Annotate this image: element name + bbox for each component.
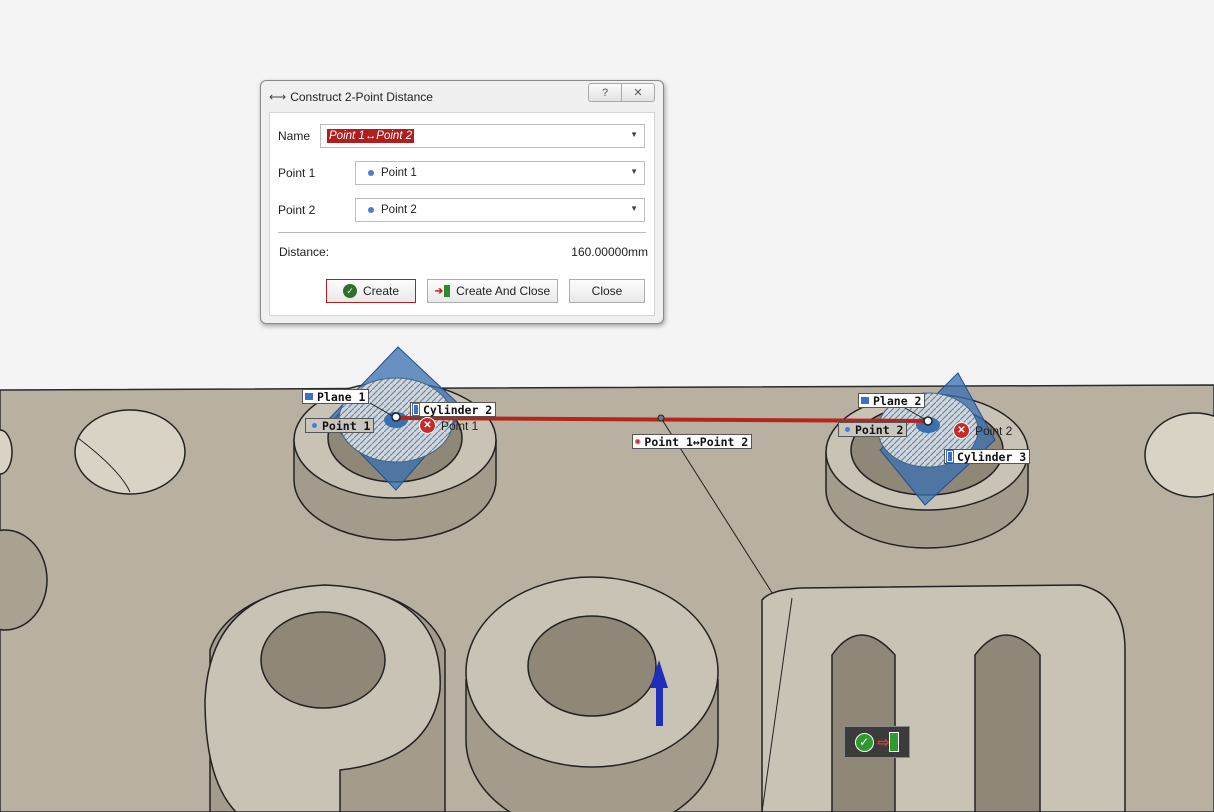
delete-point-1-icon[interactable]: ✕ xyxy=(419,417,436,434)
dialog-title: ⟷ Construct 2-Point Distance xyxy=(269,90,433,104)
name-combo[interactable]: Point 1↔Point 2 ▼ xyxy=(320,124,645,148)
distance-value: 160.00000mm xyxy=(571,245,648,259)
point-icon xyxy=(845,427,850,432)
divider xyxy=(278,232,646,233)
exit-icon[interactable]: ⇨ xyxy=(878,732,900,752)
construct-distance-dialog: ⟷ Construct 2-Point Distance ? ✕ Name Poi… xyxy=(260,80,664,324)
distance-arrow-icon: ⟷ xyxy=(269,90,287,104)
feature-m xyxy=(761,584,1126,812)
point2-label: Point 2 xyxy=(278,203,316,217)
point-1-text: Point 1 xyxy=(441,419,479,433)
dialog-body: Name Point 1↔Point 2 ▼ Point 1 Point 1 ▼… xyxy=(269,112,655,316)
create-button[interactable]: ✓ Create xyxy=(326,279,416,303)
point2-value: Point 2 xyxy=(381,204,417,216)
distance-icon: ◉ xyxy=(635,436,641,447)
cylinder-2-label[interactable]: Cylinder 2 xyxy=(410,402,497,417)
point-icon xyxy=(368,170,374,176)
point2-combo[interactable]: Point 2 ▼ xyxy=(355,198,645,222)
cylinder-icon xyxy=(412,403,420,416)
close-window-button[interactable]: ✕ xyxy=(621,84,654,101)
feature-eight xyxy=(204,584,446,812)
close-button[interactable]: Close xyxy=(569,279,645,303)
plane-icon xyxy=(305,393,313,400)
chevron-down-icon[interactable]: ▼ xyxy=(630,204,638,213)
point-1-label[interactable]: Point 1 xyxy=(305,418,375,433)
name-value: Point 1↔Point 2 xyxy=(327,129,415,143)
name-label: Name xyxy=(278,129,311,143)
point-2-text: Point 2 xyxy=(975,424,1013,438)
point-icon xyxy=(312,423,317,428)
check-icon: ✓ xyxy=(342,284,357,298)
point1-combo[interactable]: Point 1 ▼ xyxy=(355,161,645,185)
quick-actions-box: ✓ ⇨ xyxy=(844,726,910,758)
confirm-check-icon[interactable]: ✓ xyxy=(854,732,874,752)
plane-1-label[interactable]: Plane 1 xyxy=(302,389,370,404)
delete-point-2-icon[interactable]: ✕ xyxy=(953,422,970,439)
countersink-hole-left xyxy=(74,409,186,495)
point-icon xyxy=(368,207,374,213)
point-1-marker[interactable] xyxy=(391,412,401,422)
cylinder-3-label[interactable]: Cylinder 3 xyxy=(944,449,1031,464)
point1-value: Point 1 xyxy=(381,167,417,179)
create-and-close-button[interactable]: ➔ Create And Close xyxy=(427,279,558,303)
feature-ring xyxy=(465,576,719,812)
plane-icon xyxy=(861,397,869,404)
plane-2-label[interactable]: Plane 2 xyxy=(858,393,926,408)
point-2-label[interactable]: Point 2 xyxy=(838,422,908,437)
distance-midpoint xyxy=(657,414,665,422)
distance-label: Distance: xyxy=(279,245,330,259)
chevron-down-icon[interactable]: ▼ xyxy=(630,130,638,139)
exit-icon: ➔ xyxy=(435,285,451,297)
point-2-marker[interactable] xyxy=(923,416,933,426)
distance-label[interactable]: ◉ Point 1↔Point 2 xyxy=(632,434,753,449)
help-button[interactable]: ? xyxy=(589,84,621,101)
cylinder-icon xyxy=(946,450,954,463)
window-buttons: ? ✕ xyxy=(588,83,655,102)
point1-label: Point 1 xyxy=(278,166,316,180)
chevron-down-icon[interactable]: ▼ xyxy=(630,167,638,176)
